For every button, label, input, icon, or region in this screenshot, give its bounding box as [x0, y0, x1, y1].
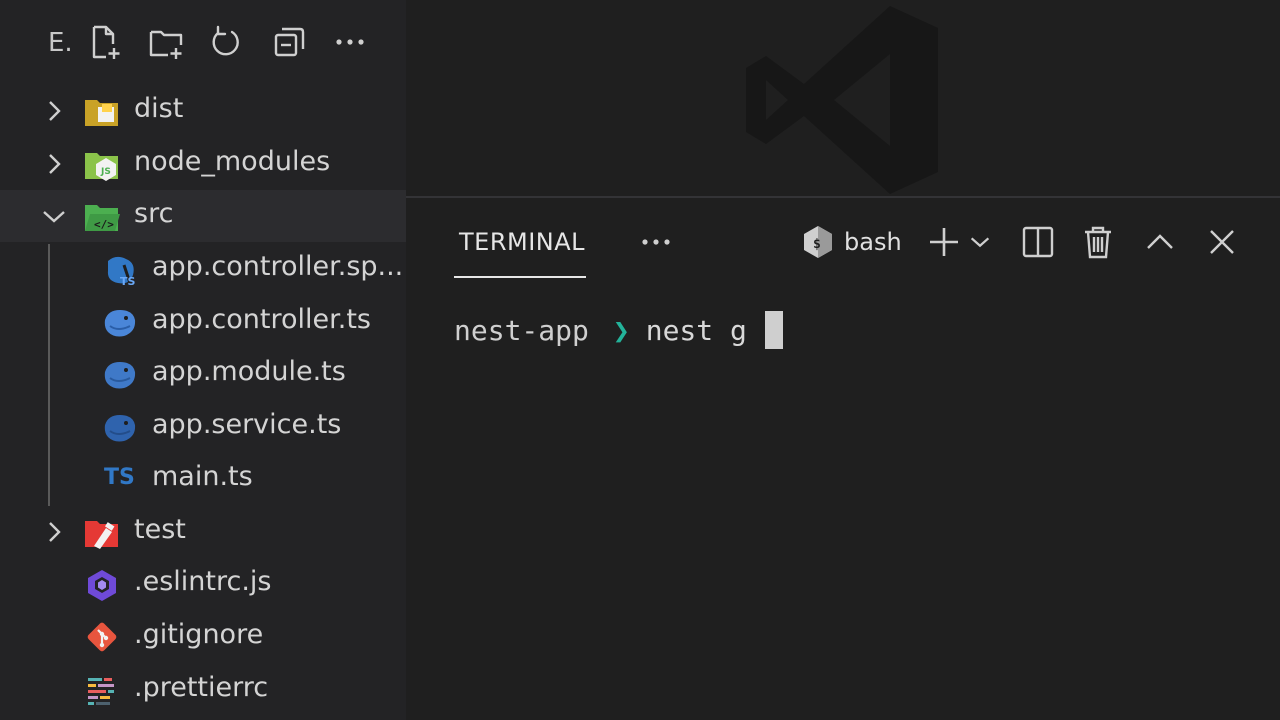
tree-item-label: node_modules — [134, 146, 331, 177]
tree-item-label: app.module.ts — [152, 356, 346, 387]
tree-item-label: .prettierrc — [134, 672, 269, 703]
tree-item-label: .gitignore — [134, 619, 264, 650]
panel-more-button[interactable] — [636, 224, 676, 260]
svg-text:$: $ — [813, 237, 821, 252]
tree-item-app-controller-spec[interactable]: TS app.controller.sp... — [0, 243, 406, 295]
tab-terminal[interactable]: TERMINAL — [454, 224, 586, 280]
git-icon — [87, 622, 117, 652]
plus-icon — [930, 228, 958, 256]
tree-item-label: test — [134, 514, 186, 545]
close-panel-button[interactable] — [1204, 220, 1240, 264]
explorer-sidebar: E. dist JS node_modules </> src TS app.c… — [0, 0, 406, 720]
prompt-directory: nest-app — [454, 313, 589, 347]
folder-dist-icon — [85, 100, 118, 126]
tree-item-app-controller[interactable]: app.controller.ts — [0, 296, 406, 348]
chevron-right-icon — [49, 154, 61, 174]
tree-item-label: .eslintrc.js — [134, 566, 272, 597]
svg-text:</>: </> — [94, 218, 114, 231]
more-icon — [336, 39, 364, 45]
eslint-icon — [88, 570, 116, 601]
tree-item-label: dist — [134, 93, 184, 124]
tree-item-label: app.controller.sp... — [152, 251, 404, 282]
tree-item-node-modules[interactable]: JS node_modules — [0, 138, 406, 190]
new-terminal-button[interactable] — [926, 220, 962, 264]
vscode-logo-icon — [746, 6, 938, 194]
tab-terminal-label: TERMINAL — [459, 228, 586, 256]
new-folder-button[interactable] — [146, 22, 186, 62]
tree-item-prettierrc[interactable]: .prettierrc — [0, 664, 406, 716]
tree-item-src[interactable]: </> src — [0, 190, 406, 242]
svg-text:JS: JS — [100, 167, 111, 177]
trash-icon — [1085, 226, 1111, 259]
launch-profile-button[interactable] — [966, 220, 994, 264]
nest-controller-icon — [104, 310, 136, 337]
new-file-icon — [92, 25, 120, 59]
split-terminal-button[interactable] — [1020, 220, 1056, 264]
tree-item-gitignore[interactable]: .gitignore — [0, 611, 406, 663]
chevron-down-icon — [43, 211, 65, 223]
tree-item-test[interactable]: test — [0, 506, 406, 558]
tree-item-dist[interactable]: dist — [0, 85, 406, 137]
folder-node-icon: JS — [85, 153, 118, 181]
terminal-cursor — [764, 311, 783, 349]
typescript-icon: TS — [104, 465, 135, 490]
prompt-symbol: ❯ — [612, 313, 630, 347]
chevron-up-icon — [1147, 234, 1173, 249]
tree-item-app-service[interactable]: app.service.ts — [0, 401, 406, 453]
folder-src-icon: </> — [85, 205, 120, 231]
kill-terminal-button[interactable] — [1080, 220, 1116, 264]
new-file-button[interactable] — [84, 22, 124, 62]
collapse-all-icon — [274, 27, 305, 57]
tree-item-label: src — [134, 198, 174, 229]
explorer-title: E. — [48, 28, 73, 58]
nest-service-icon — [104, 415, 136, 442]
refresh-icon — [212, 25, 239, 56]
collapse-all-button[interactable] — [270, 22, 310, 62]
explorer-header: E. — [0, 0, 406, 84]
split-icon — [1022, 226, 1054, 258]
folder-test-icon — [85, 521, 118, 549]
nest-module-icon — [104, 362, 136, 389]
chevron-right-icon — [49, 522, 61, 542]
chevron-right-icon — [49, 101, 61, 121]
new-folder-icon — [149, 30, 183, 59]
editor-area[interactable] — [406, 0, 1280, 196]
close-icon — [1210, 230, 1234, 254]
more-icon — [642, 239, 670, 245]
tree-item-label: app.controller.ts — [152, 304, 371, 335]
maximize-panel-button[interactable] — [1142, 220, 1178, 264]
tree-item-eslintrc[interactable]: .eslintrc.js — [0, 558, 406, 610]
terminal-panel: TERMINAL $ bash nest-app ❯ nest g — [406, 196, 1280, 720]
chevron-down-icon — [970, 237, 990, 248]
command-text: nest g — [645, 313, 747, 347]
tree-item-label: main.ts — [152, 461, 253, 492]
tree-item-main[interactable]: TS main.ts — [0, 453, 406, 505]
terminal-input-line[interactable]: nest-app ❯ nest g — [454, 310, 783, 350]
nest-spec-icon: TS — [107, 256, 136, 287]
shell-label: bash — [844, 228, 902, 256]
tree-item-app-module[interactable]: app.module.ts — [0, 348, 406, 400]
prettier-icon — [88, 678, 114, 705]
bash-icon: $ — [804, 226, 832, 258]
tree-item-label: app.service.ts — [152, 409, 342, 440]
explorer-more-button[interactable] — [330, 22, 370, 62]
active-tab-indicator — [454, 276, 586, 278]
refresh-button[interactable] — [206, 22, 246, 62]
svg-text:TS: TS — [120, 275, 136, 287]
terminal-shell-selector[interactable]: $ bash — [800, 220, 902, 264]
